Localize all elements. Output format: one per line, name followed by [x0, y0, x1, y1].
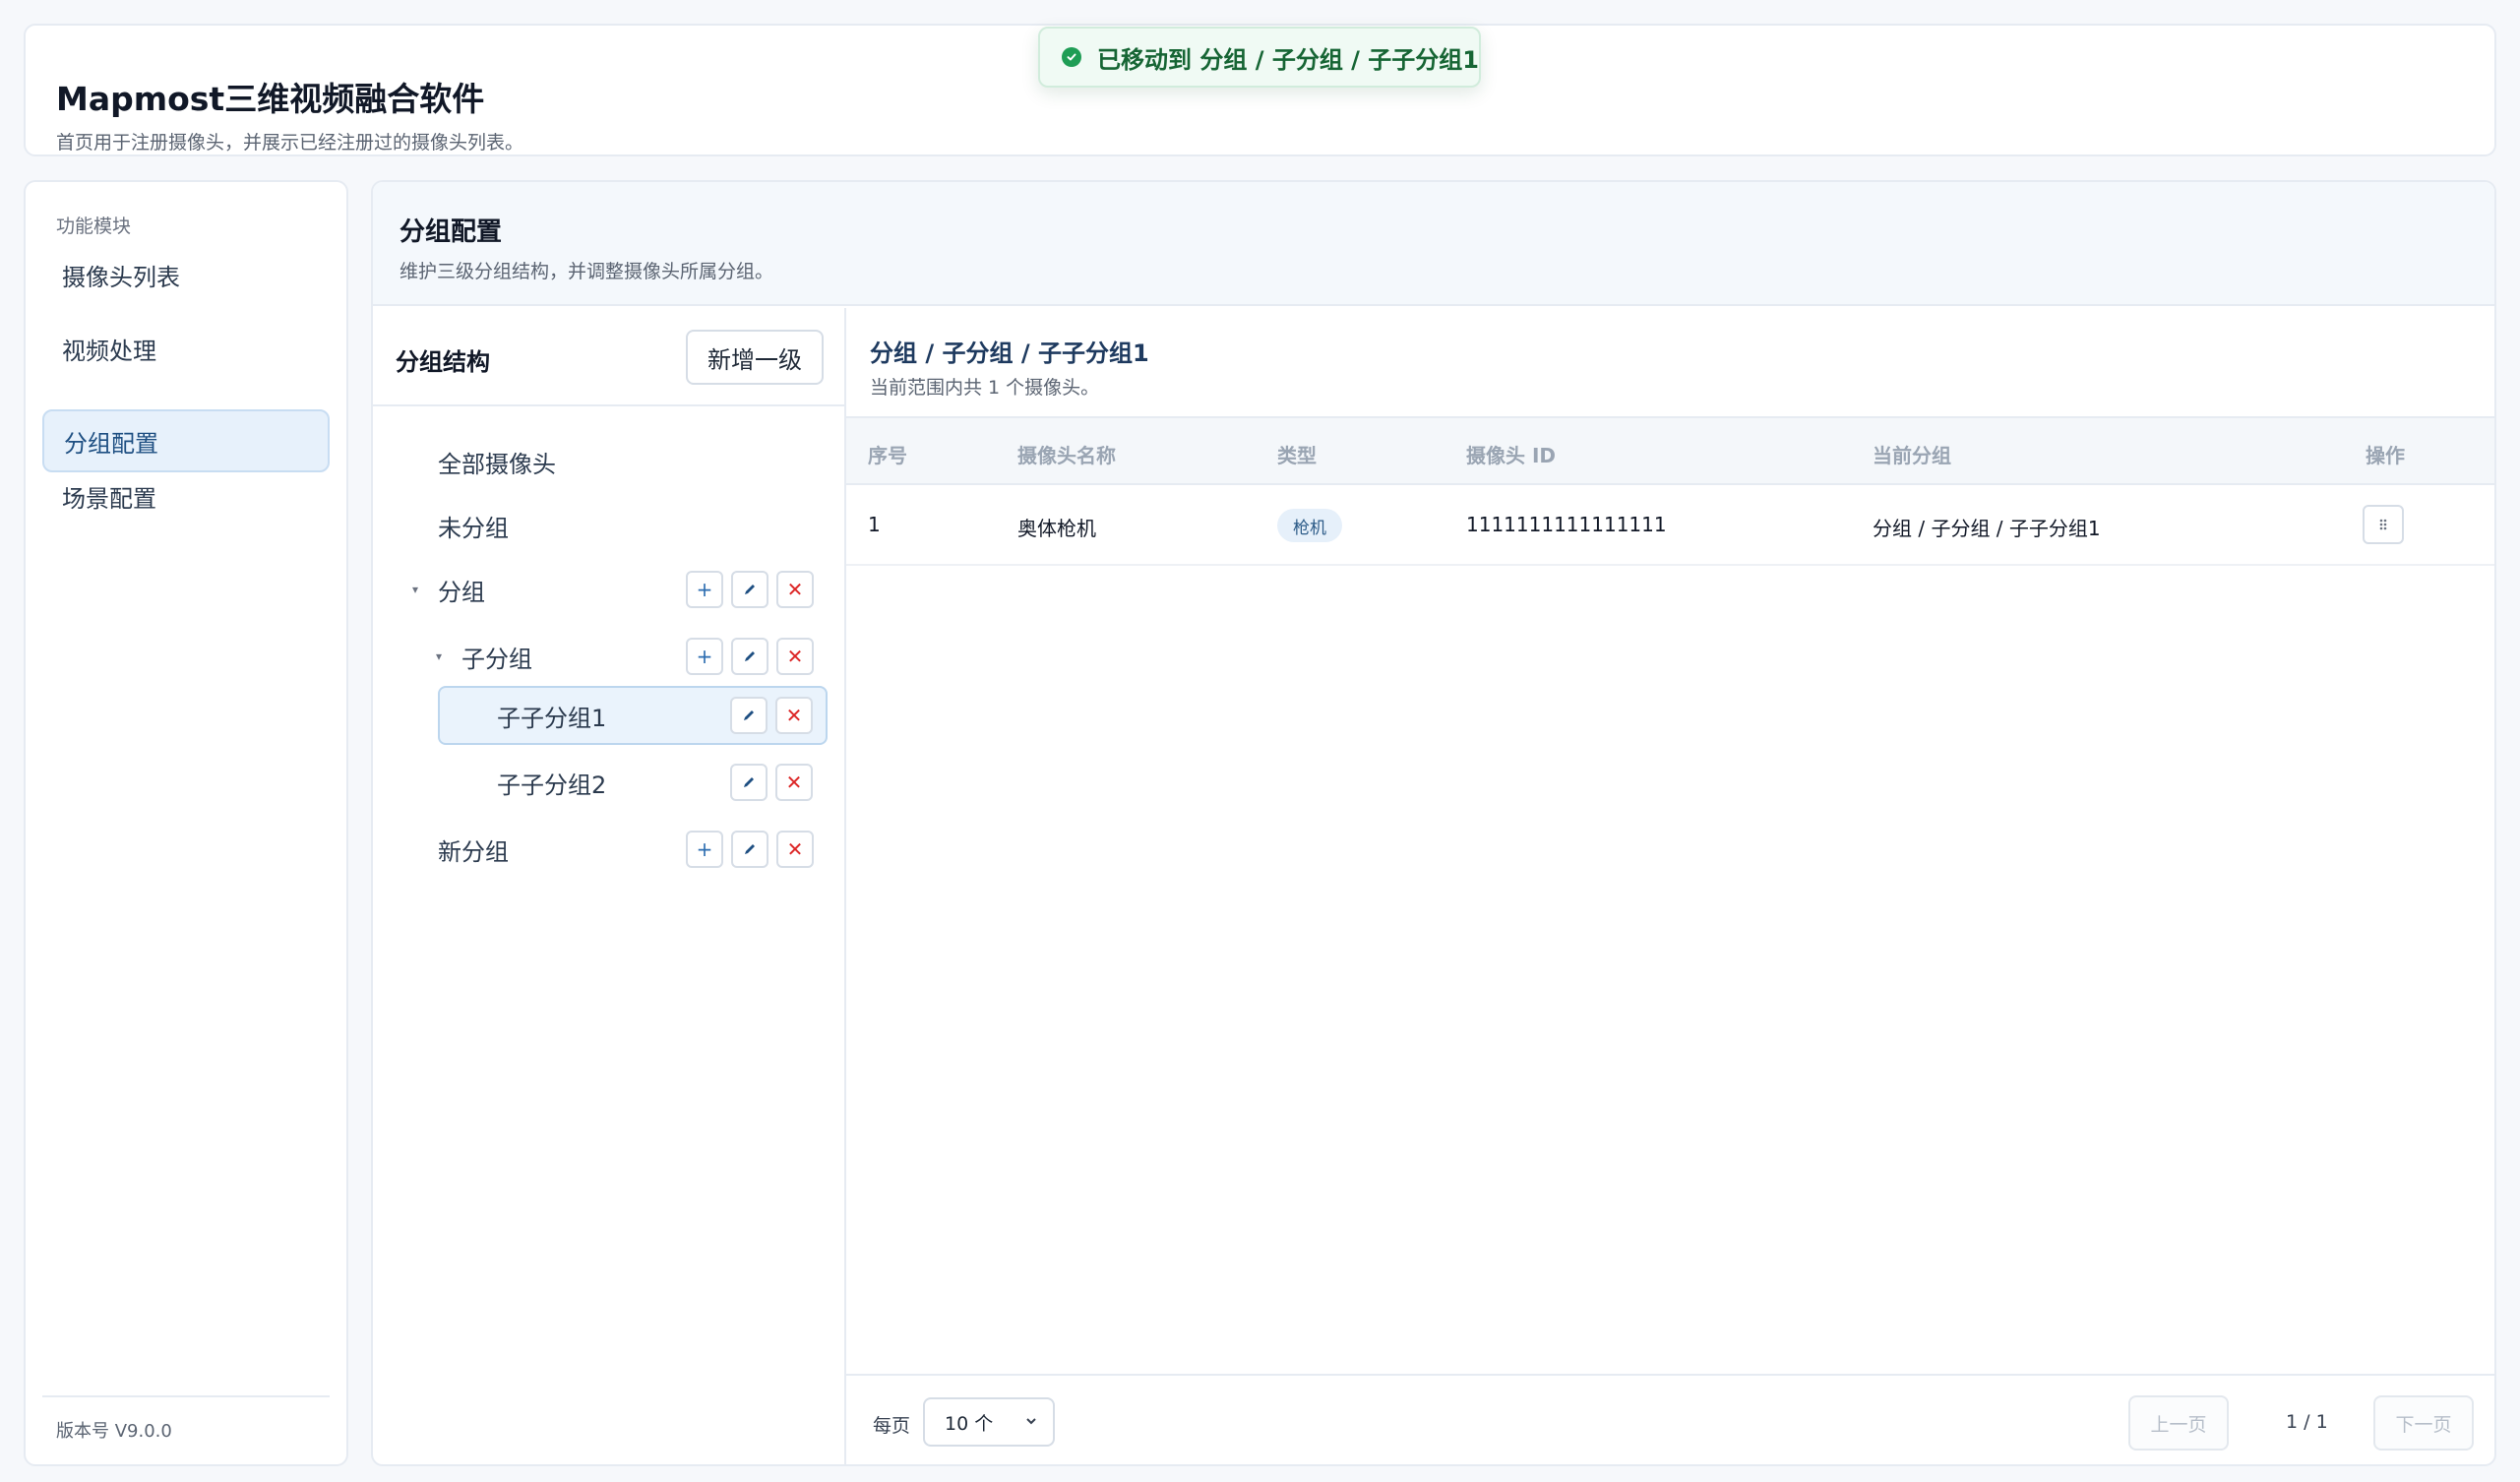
table-header: 序号 摄像头名称 类型 摄像头 ID 当前分组 操作: [846, 416, 2494, 485]
tree-divider: [373, 404, 844, 406]
per-page-value: 10 个: [945, 1412, 994, 1435]
tree-node-label: 分组: [438, 578, 485, 606]
type-badge: 枪机: [1277, 509, 1342, 542]
edit-button[interactable]: [730, 697, 768, 734]
sidebar-item-label: 分组配置: [64, 429, 158, 458]
page-title: 分组配置: [400, 217, 503, 247]
column-header-actions: 操作: [2366, 444, 2405, 467]
column-header-id: 摄像头 ID: [1466, 444, 1557, 467]
tree-node-label: 子子分组1: [497, 704, 607, 732]
tree-node-all-cameras[interactable]: 全部摄像头: [438, 432, 635, 491]
app-subtitle: 首页用于注册摄像头，并展示已经注册过的摄像头列表。: [56, 132, 524, 154]
column-header-name: 摄像头名称: [1017, 444, 1116, 467]
edit-button[interactable]: [730, 764, 768, 801]
sidebar-item-video-processing[interactable]: 视频处理: [42, 317, 330, 380]
tree-node-subsubgroup-2[interactable]: 子子分组2: [495, 753, 692, 812]
column-header-index: 序号: [868, 444, 907, 467]
sidebar-item-group-config[interactable]: 分组配置: [42, 409, 330, 472]
table-row[interactable]: 1 奥体枪机 枪机 1111111111111111 分组 / 子分组 / 子子…: [846, 485, 2494, 566]
cell-group: 分组 / 子分组 / 子子分组1: [1873, 517, 2101, 540]
sidebar-item-camera-list[interactable]: 摄像头列表: [42, 243, 330, 306]
toast-message: 已移动到 分组 / 子分组 / 子子分组1: [1097, 45, 1480, 74]
tree-node-label: 全部摄像头: [438, 450, 556, 478]
caret-down-icon[interactable]: ▾: [412, 583, 418, 596]
tree-node-label: 新分组: [438, 837, 509, 866]
add-root-group-button[interactable]: 新增一级: [686, 330, 824, 385]
page-subtitle: 维护三级分组结构，并调整摄像头所属分组。: [400, 261, 774, 282]
delete-button[interactable]: ✕: [775, 764, 813, 801]
cell-id: 1111111111111111: [1466, 513, 1667, 536]
delete-button[interactable]: ✕: [776, 571, 814, 608]
version-label: 版本号 V9.0.0: [56, 1421, 172, 1442]
row-actions-button[interactable]: [2363, 505, 2404, 544]
check-circle-icon: [1062, 47, 1081, 67]
tree-title: 分组结构: [396, 348, 490, 376]
tree-node-actions: + ✕: [686, 638, 814, 675]
tree-node-actions: ✕: [730, 764, 813, 801]
tree-node-subgroup[interactable]: ▾ 子分组: [436, 627, 633, 686]
group-path-title: 分组 / 子分组 / 子子分组1: [870, 340, 1149, 367]
tree-node-actions: ✕: [730, 697, 813, 734]
next-page-button[interactable]: 下一页: [2373, 1395, 2474, 1451]
add-child-button[interactable]: +: [686, 831, 723, 868]
tree-node-ungrouped[interactable]: 未分组: [438, 496, 635, 555]
tree-node-label: 子子分组2: [497, 771, 607, 799]
tree-node-actions: + ✕: [686, 831, 814, 868]
column-header-type: 类型: [1277, 444, 1317, 467]
app-title: Mapmost三维视频融合软件: [56, 80, 485, 118]
sidebar-item-label: 场景配置: [62, 484, 156, 513]
pencil-icon: [745, 651, 755, 661]
sidebar: 功能模块 摄像头列表 视频处理 分组配置 场景配置 版本号 V9.0.0: [24, 180, 348, 1466]
sidebar-item-label: 摄像头列表: [62, 263, 180, 291]
pagination-bar: 每页 10 个 上一页 1 / 1 下一页: [846, 1374, 2494, 1464]
prev-page-button[interactable]: 上一页: [2128, 1395, 2229, 1451]
delete-button[interactable]: ✕: [776, 831, 814, 868]
sidebar-item-scene-config[interactable]: 场景配置: [42, 464, 330, 527]
camera-count-text: 当前范围内共 1 个摄像头。: [870, 377, 1100, 399]
sidebar-item-label: 视频处理: [62, 337, 156, 365]
pencil-icon: [744, 710, 754, 720]
pencil-icon: [745, 844, 755, 854]
drag-handle-icon: [2379, 519, 2387, 530]
page-info: 1 / 1: [2286, 1411, 2328, 1433]
main-panel: 分组配置 维护三级分组结构，并调整摄像头所属分组。 分组结构 新增一级 全部摄像…: [371, 180, 2496, 1466]
edit-button[interactable]: [731, 831, 768, 868]
cell-index: 1: [868, 513, 881, 536]
tree-node-group[interactable]: ▾ 分组: [412, 560, 609, 619]
chevron-down-icon: [1026, 1418, 1036, 1425]
tree-node-label: 未分组: [438, 514, 509, 542]
cell-name: 奥体枪机: [1017, 517, 1096, 540]
pencil-icon: [745, 585, 755, 594]
edit-button[interactable]: [731, 638, 768, 675]
caret-down-icon[interactable]: ▾: [436, 649, 442, 663]
sidebar-section-label: 功能模块: [56, 216, 132, 237]
sidebar-divider: [42, 1395, 330, 1397]
success-toast: 已移动到 分组 / 子分组 / 子子分组1: [1038, 27, 1481, 88]
delete-button[interactable]: ✕: [775, 697, 813, 734]
panel-header: 分组配置 维护三级分组结构，并调整摄像头所属分组。: [373, 182, 2494, 306]
add-child-button[interactable]: +: [686, 571, 723, 608]
tree-node-actions: + ✕: [686, 571, 814, 608]
edit-button[interactable]: [731, 571, 768, 608]
per-page-label: 每页: [873, 1415, 911, 1437]
group-tree-panel: 分组结构 新增一级 全部摄像头 未分组 ▾ 分组 + ✕ ▾ 子分组 + ✕ 子…: [373, 308, 846, 1464]
delete-button[interactable]: ✕: [776, 638, 814, 675]
tree-node-label: 子分组: [461, 645, 532, 673]
column-header-group: 当前分组: [1873, 444, 1951, 467]
tree-node-new-group[interactable]: 新分组: [438, 820, 635, 879]
add-child-button[interactable]: +: [686, 638, 723, 675]
group-detail-panel: 分组 / 子分组 / 子子分组1 当前范围内共 1 个摄像头。 序号 摄像头名称…: [846, 308, 2494, 1464]
per-page-select[interactable]: 10 个: [923, 1397, 1055, 1447]
pencil-icon: [744, 777, 754, 787]
